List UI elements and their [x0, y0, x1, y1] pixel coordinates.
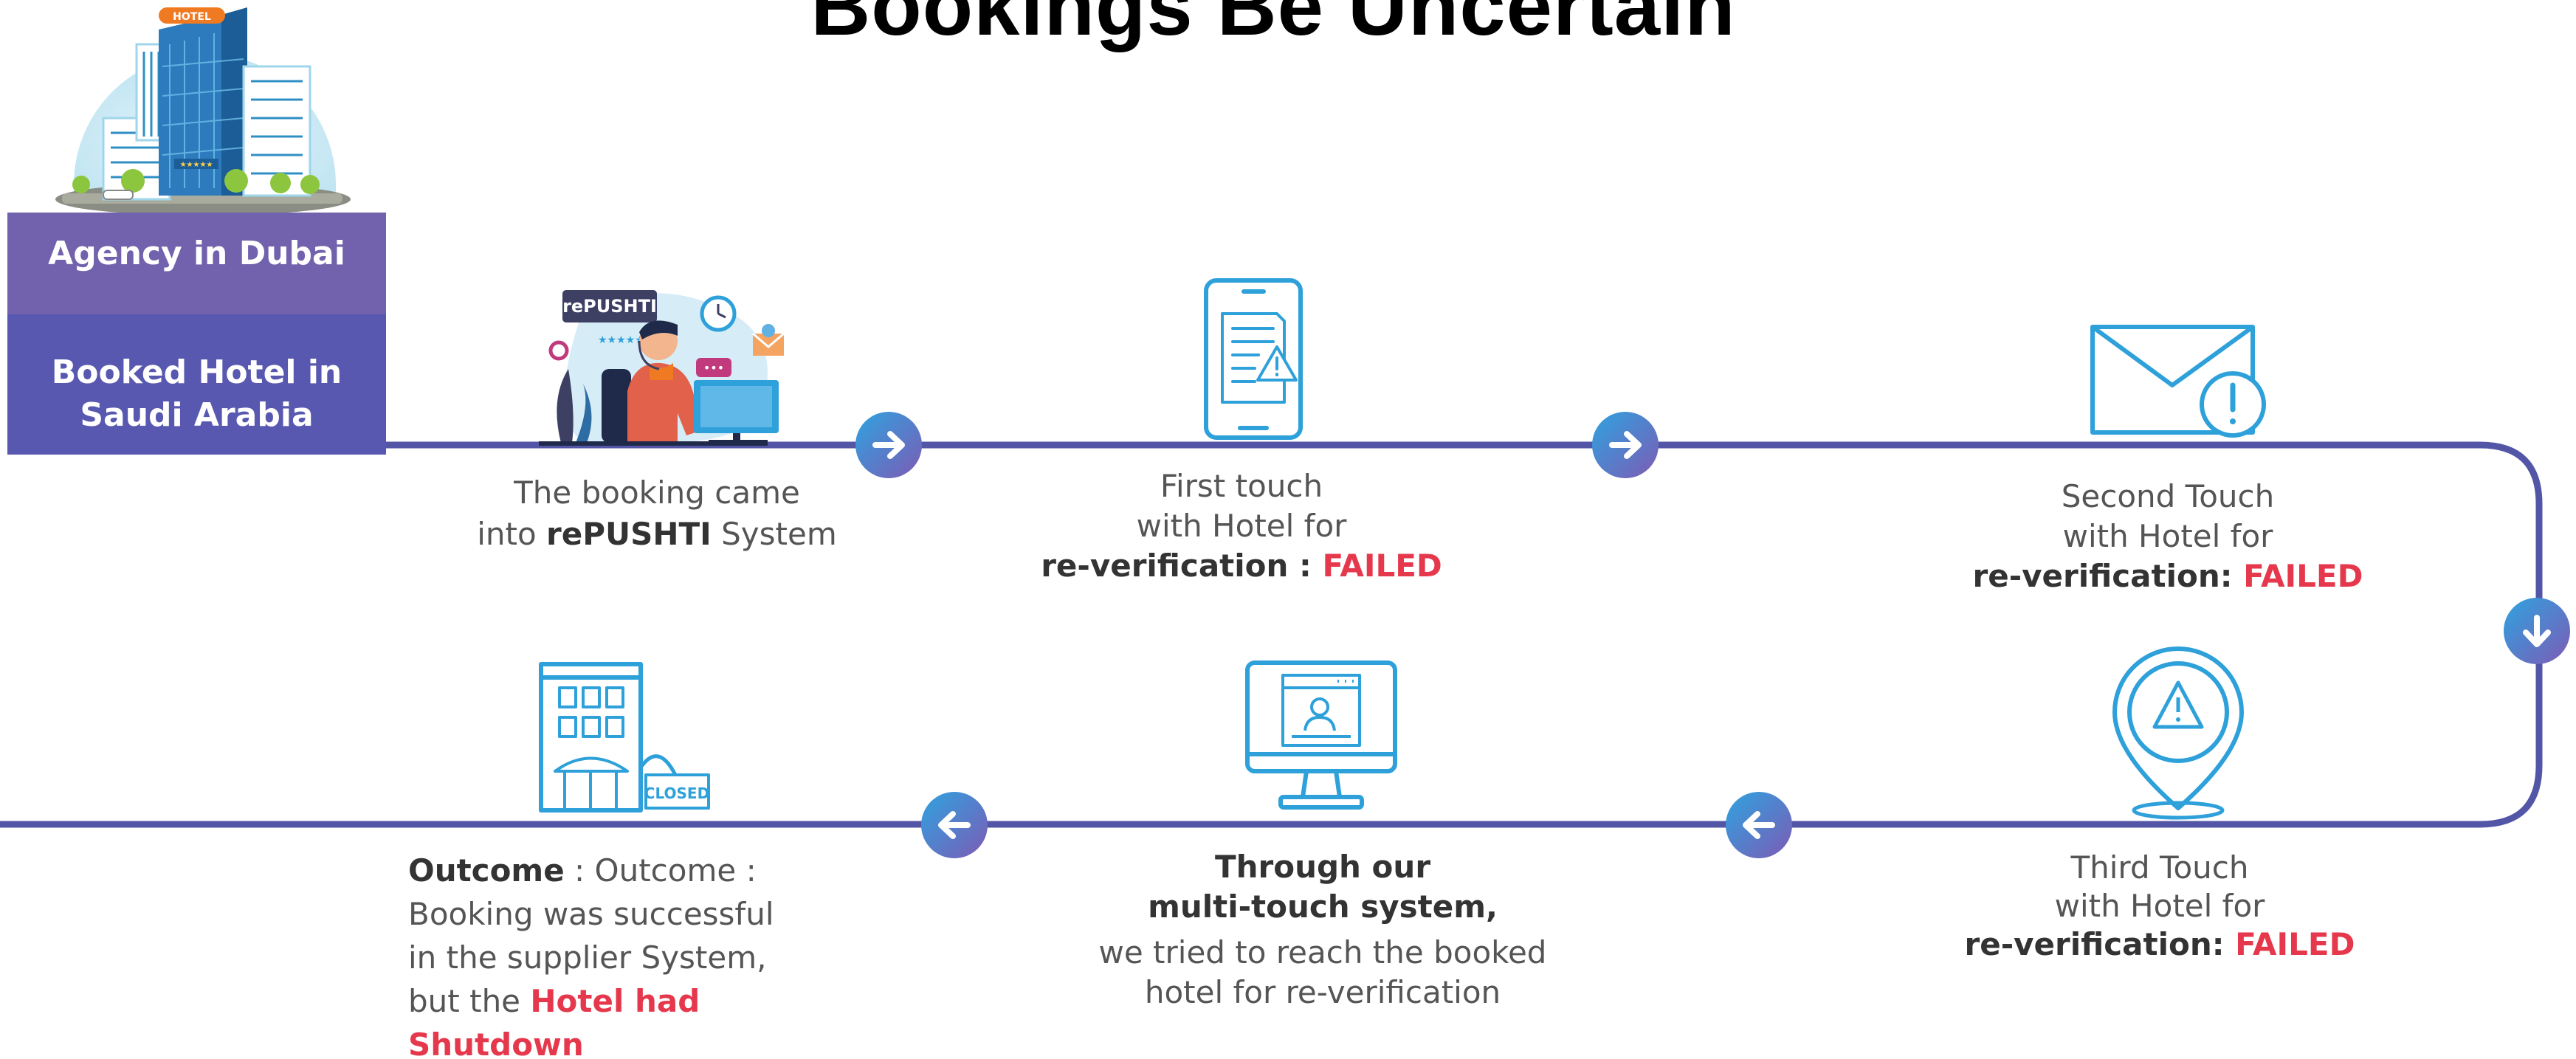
svg-text:★★★★★: ★★★★★ [598, 334, 644, 346]
step-5-caption: Through our multi-touch system, we tried… [1064, 847, 1581, 1013]
step-5-bold-1: Through our [1214, 849, 1431, 885]
support-agent-icon: rePUSHTI ★★★★★ ••• [539, 290, 785, 446]
closed-hotel-icon: CLOSED [539, 662, 710, 813]
step-2-status: FAILED [1322, 548, 1442, 584]
location-pin-warning-icon [2112, 646, 2244, 820]
flow-diagram: ★★★★★ HOTEL rePUSHTI ★★★★★ ••• CLOSED Bo… [0, 0, 2576, 1059]
step-2-line-1: First touch [1160, 468, 1323, 504]
step-4-line-1: Third Touch [2070, 849, 2249, 886]
svg-text:★★★★★: ★★★★★ [180, 161, 213, 169]
arrow-left-icon [1726, 792, 1792, 858]
step-6-l1: : Outcome : [564, 852, 757, 889]
brand-sign-text: rePUSHTI [562, 296, 657, 317]
step-3-bold: re-verification: [1972, 558, 2244, 594]
step-6-l4: but the [408, 983, 531, 1019]
step-6-caption: Outcome : Outcome : Booking was successf… [408, 849, 851, 1059]
step-3-caption: Second Touch with Hotel for re-verificat… [1946, 477, 2389, 596]
closed-sign-text: CLOSED [644, 784, 709, 802]
step-2-line-2: with Hotel for [1136, 508, 1347, 544]
step-2-caption: First touch with Hotel for re-verificati… [1020, 466, 1463, 586]
step-3-line-3: re-verification: FAILED [1946, 556, 2389, 596]
step-4-line-3: re-verification: FAILED [1938, 925, 2381, 964]
step-2-bold: re-verification : [1041, 548, 1323, 584]
booked-hotel-label: Booked Hotel in Saudi Arabia [51, 353, 342, 434]
step-1-post: System [711, 516, 837, 552]
page-title: Bookings Be Uncertain [810, 0, 1736, 52]
step-6-line-1: Outcome : Outcome : [408, 849, 851, 892]
step-1-line-1: The booking came [514, 475, 800, 511]
step-3-line-1: Second Touch [2061, 478, 2275, 514]
agency-box: Agency in Dubai Booked Hotel in Saudi Ar… [7, 213, 386, 455]
step-6-line-4: but the Hotel had [408, 979, 851, 1023]
step-4-bold: re-verification: [1964, 926, 2236, 962]
step-6-bold: Outcome [408, 852, 565, 889]
step-6-red-2: Shutdown [408, 1027, 584, 1059]
envelope-alert-icon [2090, 325, 2266, 438]
step-5-line-2: hotel for re-verification [1144, 974, 1501, 1010]
arrow-left-icon [921, 792, 988, 858]
arrow-right-icon [1592, 412, 1659, 478]
agency-label: Agency in Dubai [48, 235, 345, 272]
step-4-line-2: with Hotel for [2054, 888, 2265, 924]
smartphone-document-warning-icon [1204, 278, 1303, 440]
step-4-status: FAILED [2235, 926, 2355, 962]
step-3-line-2: with Hotel for [2062, 518, 2273, 554]
step-6-line-2: Booking was successful [408, 896, 774, 932]
step-3-status: FAILED [2243, 558, 2363, 594]
monitor-profile-icon [1245, 660, 1397, 810]
step-2-line-3: re-verification : FAILED [1020, 546, 1463, 586]
arrow-down-icon [2504, 598, 2570, 664]
step-5-line-1: we tried to reach the booked [1098, 934, 1547, 970]
step-1-line-2: into rePUSHTI System [435, 514, 878, 555]
svg-text:•••: ••• [703, 361, 724, 375]
step-6-line-3: in the supplier System, [408, 939, 767, 976]
step-1-pre2: into [477, 516, 547, 552]
step-5-bold-2: multi-touch system, [1148, 889, 1498, 925]
arrow-right-icon [855, 412, 922, 478]
step-1-brand: rePUSHTI [546, 516, 712, 552]
step-1-caption: The booking came into rePUSHTI System [435, 472, 878, 555]
step-4-caption: Third Touch with Hotel for re-verificati… [1938, 849, 2381, 964]
step-6-red-1: Hotel had [530, 983, 700, 1019]
